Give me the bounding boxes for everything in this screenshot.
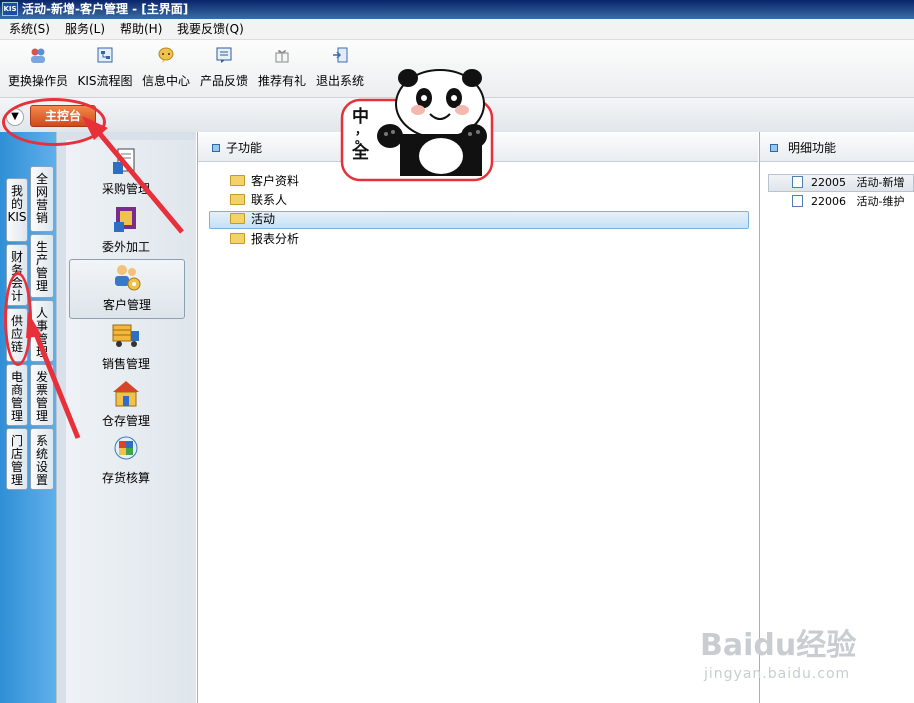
panda-sticker: 中 ， 。 全 bbox=[338, 64, 498, 184]
watermark-url: jingyan.baidu.com bbox=[704, 666, 851, 682]
sticker-text: 中 ， 。 全 bbox=[352, 108, 369, 162]
sticker-char: 全 bbox=[352, 143, 369, 163]
watermark-brand: Baidu经验 bbox=[700, 628, 857, 663]
watermark: Baidu经验 jingyan.baidu.com bbox=[700, 620, 900, 682]
